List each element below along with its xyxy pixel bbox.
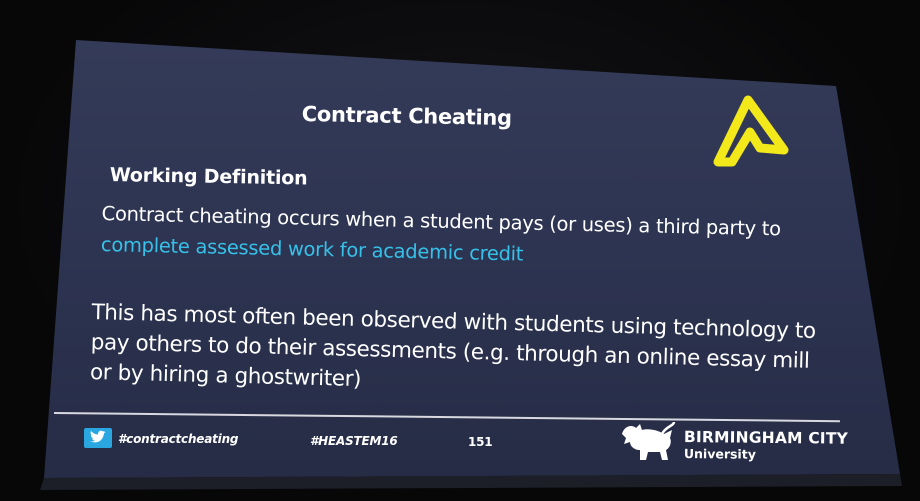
hashtag-contractcheating: #contractcheating <box>118 432 239 446</box>
university-name: BIRMINGHAM CITY <box>683 428 849 448</box>
slide-title: Contract Cheating <box>301 102 513 131</box>
observation-paragraph: This has most often been observed with s… <box>89 299 816 393</box>
slide-content: Contract Cheating Working Definition Con… <box>40 46 870 476</box>
university-subtitle: University <box>683 446 756 462</box>
slide-number: 151 <box>468 435 493 449</box>
working-definition-heading: Working Definition <box>109 164 308 190</box>
definition-highlight: complete assessed work for academic cred… <box>100 232 524 266</box>
twitter-bird-icon <box>84 428 112 448</box>
photo-scene: Contract Cheating Working Definition Con… <box>0 0 920 501</box>
definition-text: Contract cheating occurs when a student … <box>101 198 822 276</box>
footer-divider <box>53 412 840 422</box>
yellow-arrow-logo-icon <box>713 95 789 167</box>
lion-crest-icon <box>622 421 676 460</box>
event-hashtag: #HEASTEM16 <box>310 434 398 448</box>
